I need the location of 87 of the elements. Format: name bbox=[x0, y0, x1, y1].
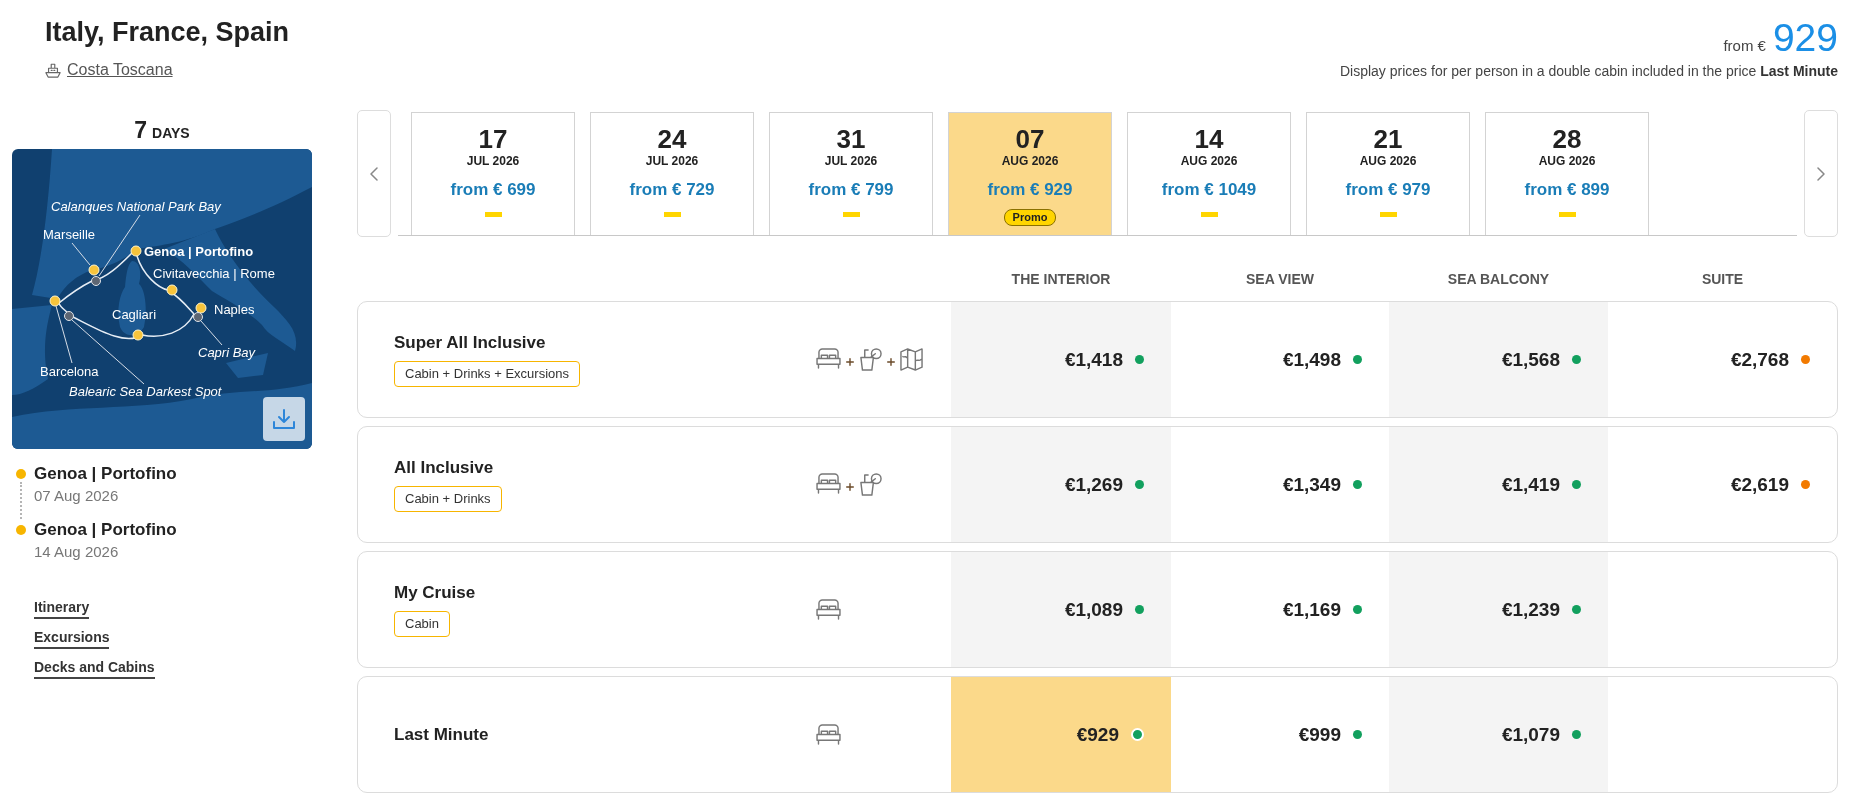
section-link[interactable]: Decks and Cabins bbox=[34, 657, 155, 679]
date-tab[interactable]: 14 AUG 2026 from € 1049 bbox=[1127, 112, 1291, 235]
inclusion-tag: Cabin + Drinks + Excursions bbox=[394, 360, 580, 387]
promo-badge: Promo bbox=[1003, 209, 1057, 226]
map-label: Capri Bay bbox=[198, 345, 256, 360]
leader-line bbox=[98, 214, 141, 277]
price-prefix: from € bbox=[1723, 37, 1766, 54]
dash-icon bbox=[663, 212, 681, 217]
date-tab[interactable]: 21 AUG 2026 from € 979 bbox=[1306, 112, 1470, 235]
itinerary-dot-icon bbox=[16, 525, 26, 535]
map-label: Civitavecchia | Rome bbox=[153, 266, 275, 281]
plus-icon bbox=[887, 358, 895, 366]
bay-marker-icon bbox=[91, 276, 101, 286]
price-cell[interactable]: €1,239 bbox=[1389, 552, 1608, 667]
price-cell[interactable]: €1,418 bbox=[951, 302, 1171, 417]
map-label: Genoa | Portofino bbox=[144, 244, 254, 259]
chevron-left-icon bbox=[370, 166, 378, 181]
inclusion-tag: Cabin + Drinks bbox=[394, 485, 502, 512]
date-tab[interactable]: 31 JUL 2026 from € 799 bbox=[769, 112, 933, 235]
price-cell[interactable]: €2,768 bbox=[1608, 302, 1837, 417]
price-cell[interactable]: €1,169 bbox=[1171, 552, 1389, 667]
port-date: 14 Aug 2026 bbox=[34, 542, 120, 562]
timeline-line bbox=[20, 482, 22, 519]
price-cell[interactable]: €1,419 bbox=[1389, 427, 1608, 542]
price-amount: 929 bbox=[1772, 18, 1838, 58]
dash-icon bbox=[842, 212, 860, 217]
port-dot-icon bbox=[130, 245, 142, 257]
previous-button[interactable] bbox=[357, 110, 391, 237]
next-button[interactable] bbox=[1804, 110, 1838, 237]
price-cell[interactable]: €1,498 bbox=[1171, 302, 1389, 417]
download-button[interactable] bbox=[263, 397, 305, 441]
dash-icon bbox=[1379, 212, 1397, 217]
bay-marker-icon bbox=[193, 312, 203, 322]
port-name: Genoa | Portofino bbox=[34, 519, 178, 541]
column-header: SUITE bbox=[1700, 271, 1745, 287]
date-tab[interactable]: 28 AUG 2026 from € 899 bbox=[1485, 112, 1649, 235]
leader-line bbox=[71, 242, 91, 266]
plus-icon bbox=[846, 483, 854, 491]
download-icon bbox=[273, 409, 295, 429]
fare-name: Super All Inclusive bbox=[394, 332, 546, 353]
ship-link[interactable]: Costa Toscana bbox=[45, 60, 173, 80]
price-cell[interactable]: €1,568 bbox=[1389, 302, 1608, 417]
column-header: SEA VIEW bbox=[1245, 271, 1315, 287]
date-tab[interactable]: 17 JUL 2026 from € 699 bbox=[411, 112, 575, 235]
itinerary-dot-icon bbox=[16, 469, 26, 479]
section-link[interactable]: Itinerary bbox=[34, 597, 90, 619]
section-link[interactable]: Excursions bbox=[34, 627, 110, 649]
port-name: Genoa | Portofino bbox=[34, 463, 178, 485]
map-label: Marseille bbox=[43, 227, 95, 242]
price-cell[interactable]: €1,079 bbox=[1389, 677, 1608, 792]
column-header: THE INTERIOR bbox=[1010, 271, 1112, 287]
price-cell[interactable]: €1,349 bbox=[1171, 427, 1389, 542]
price-note: Display prices for per person in a double cabin included in the price Last Minute bbox=[1339, 63, 1838, 79]
ship-icon bbox=[45, 62, 61, 78]
port-dot-icon bbox=[132, 329, 144, 341]
inclusion-tag: Cabin bbox=[394, 610, 450, 637]
leader-line bbox=[200, 320, 223, 346]
dash-icon bbox=[1558, 212, 1576, 217]
duration-number: 7 bbox=[134, 117, 148, 143]
map-label: Naples bbox=[214, 302, 255, 317]
plus-icon bbox=[846, 358, 854, 366]
map-label: Barcelona bbox=[40, 364, 99, 379]
port-dot-icon bbox=[195, 302, 207, 314]
port-dot-icon bbox=[166, 284, 178, 296]
fare-name: Last Minute bbox=[394, 724, 489, 745]
price-cell[interactable]: €2,619 bbox=[1608, 427, 1837, 542]
cruise-title: Italy, France, Spain bbox=[45, 16, 290, 48]
port-date: 07 Aug 2026 bbox=[34, 486, 120, 506]
dash-icon bbox=[1200, 212, 1218, 217]
price-cell[interactable]: €999 bbox=[1171, 677, 1389, 792]
port-dot-icon bbox=[88, 264, 100, 276]
bay-marker-icon bbox=[64, 311, 74, 321]
date-tab[interactable]: 07 AUG 2026 from € 929 Promo bbox=[948, 112, 1112, 235]
map-label: Cagliari bbox=[112, 307, 157, 322]
price-cell[interactable]: €929 bbox=[951, 677, 1171, 792]
date-tab[interactable]: 24 JUL 2026 from € 729 bbox=[590, 112, 754, 235]
fare-name: All Inclusive bbox=[394, 457, 494, 478]
column-header: SEA BALCONY bbox=[1446, 271, 1551, 287]
fare-name: My Cruise bbox=[394, 582, 476, 603]
map-label: Calanques National Park Bay bbox=[51, 199, 221, 214]
chevron-right-icon bbox=[1817, 166, 1825, 181]
dash-icon bbox=[484, 212, 502, 217]
duration-unit: DAYS bbox=[152, 125, 190, 141]
map-label: Balearic Sea Darkest Spot bbox=[69, 384, 222, 399]
price-cell[interactable]: €1,089 bbox=[951, 552, 1171, 667]
port-dot-icon bbox=[49, 295, 61, 307]
price-cell[interactable]: €1,269 bbox=[951, 427, 1171, 542]
